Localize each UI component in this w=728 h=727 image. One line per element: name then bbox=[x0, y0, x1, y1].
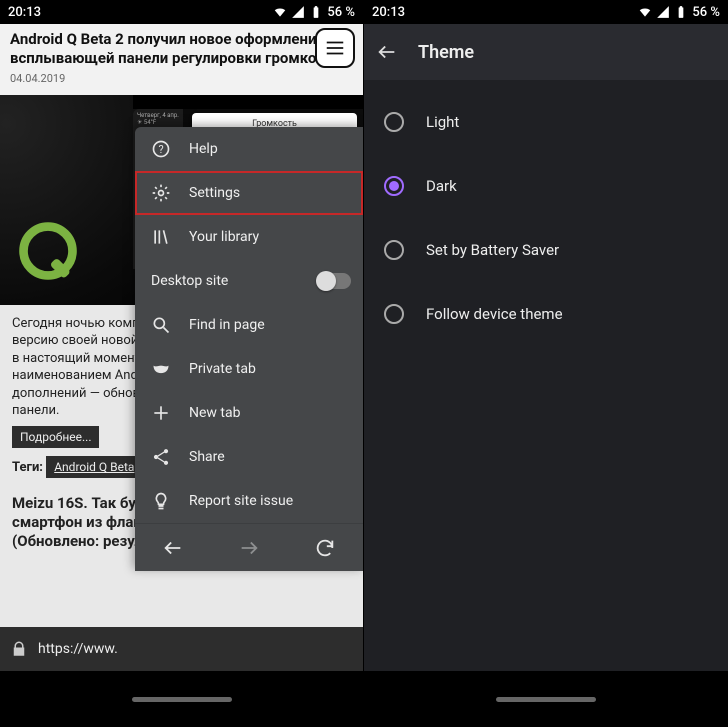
menu-settings[interactable]: Settings bbox=[135, 171, 363, 215]
desktop-site-toggle[interactable] bbox=[317, 273, 351, 289]
hamburger-icon bbox=[324, 37, 346, 59]
status-battery-pct: 56 % bbox=[692, 5, 720, 20]
theme-screen: Theme Light Dark Set by Battery Saver Fo… bbox=[364, 24, 728, 671]
back-arrow-icon[interactable] bbox=[376, 41, 398, 63]
menu-library[interactable]: Your library bbox=[135, 215, 363, 259]
gear-icon bbox=[151, 183, 171, 203]
url-text: https://www. bbox=[38, 641, 118, 657]
radio-selected-icon bbox=[384, 176, 404, 196]
status-time: 20:13 bbox=[8, 5, 41, 20]
signal-icon bbox=[656, 5, 670, 19]
library-icon bbox=[151, 227, 171, 247]
home-pill[interactable] bbox=[132, 697, 232, 702]
url-bar[interactable]: https://www. bbox=[0, 627, 363, 671]
menu-find-label: Find in page bbox=[189, 317, 265, 333]
read-more-link[interactable]: Подробнее... bbox=[12, 426, 99, 448]
menu-private-label: Private tab bbox=[189, 361, 256, 377]
reload-icon[interactable] bbox=[314, 537, 336, 559]
page-content: Android Q Beta 2 получил новое оформлени… bbox=[0, 24, 363, 671]
lock-icon bbox=[10, 640, 28, 658]
menu-settings-label: Settings bbox=[189, 185, 240, 201]
menu-newtab-label: New tab bbox=[189, 405, 240, 421]
battery-icon bbox=[674, 5, 688, 19]
radio-icon bbox=[384, 240, 404, 260]
home-pill[interactable] bbox=[496, 697, 596, 702]
share-icon bbox=[151, 447, 171, 467]
option-label: Set by Battery Saver bbox=[426, 241, 559, 259]
option-label: Light bbox=[426, 113, 459, 131]
status-right: 56 % bbox=[638, 5, 720, 20]
theme-option-light[interactable]: Light bbox=[364, 90, 728, 154]
theme-title: Theme bbox=[418, 42, 474, 63]
back-icon[interactable] bbox=[162, 537, 184, 559]
hamburger-button[interactable] bbox=[315, 28, 355, 68]
menu-share-label: Share bbox=[189, 449, 225, 465]
svg-text:?: ? bbox=[158, 143, 163, 156]
system-nav bbox=[364, 671, 728, 727]
menu-nav-row bbox=[135, 523, 363, 571]
menu-help-label: Help bbox=[189, 141, 218, 157]
theme-header: Theme bbox=[364, 24, 728, 80]
overflow-menu: ? Help Settings Your library Desktop sit… bbox=[135, 127, 363, 571]
theme-option-dark[interactable]: Dark bbox=[364, 154, 728, 218]
forward-icon[interactable] bbox=[238, 537, 260, 559]
menu-report[interactable]: Report site issue bbox=[135, 479, 363, 523]
article-date: 04.04.2019 bbox=[10, 72, 353, 85]
battery-icon bbox=[309, 5, 323, 19]
tag-link[interactable]: Android Q Beta bbox=[46, 456, 142, 478]
theme-options: Light Dark Set by Battery Saver Follow d… bbox=[364, 80, 728, 356]
menu-desktop-label: Desktop site bbox=[151, 273, 228, 289]
option-label: Follow device theme bbox=[426, 305, 563, 323]
status-bar: 20:13 56 % bbox=[364, 0, 728, 24]
wifi-icon bbox=[638, 5, 652, 19]
menu-new-tab[interactable]: New tab bbox=[135, 391, 363, 435]
android-q-logo-icon bbox=[12, 215, 84, 287]
search-icon bbox=[151, 315, 171, 335]
article-title: Android Q Beta 2 получил новое оформлени… bbox=[10, 30, 353, 68]
phone-left: 20:13 56 % Android Q Beta 2 получил ново… bbox=[0, 0, 364, 727]
bulb-icon bbox=[151, 491, 171, 511]
mask-icon bbox=[151, 359, 171, 379]
article-header: Android Q Beta 2 получил новое оформлени… bbox=[0, 24, 363, 95]
plus-icon bbox=[151, 403, 171, 423]
status-battery-pct: 56 % bbox=[327, 5, 355, 20]
status-bar: 20:13 56 % bbox=[0, 0, 363, 24]
signal-icon bbox=[291, 5, 305, 19]
status-right: 56 % bbox=[273, 5, 355, 20]
help-icon: ? bbox=[151, 139, 171, 159]
tags-label: Теги: bbox=[12, 459, 43, 477]
menu-find[interactable]: Find in page bbox=[135, 303, 363, 347]
menu-library-label: Your library bbox=[189, 229, 259, 245]
menu-report-label: Report site issue bbox=[189, 493, 293, 509]
menu-help[interactable]: ? Help bbox=[135, 127, 363, 171]
radio-icon bbox=[384, 112, 404, 132]
menu-share[interactable]: Share bbox=[135, 435, 363, 479]
wifi-icon bbox=[273, 5, 287, 19]
option-label: Dark bbox=[426, 177, 457, 195]
status-time: 20:13 bbox=[372, 5, 405, 20]
system-nav bbox=[0, 671, 363, 727]
radio-icon bbox=[384, 304, 404, 324]
menu-desktop-site[interactable]: Desktop site bbox=[135, 259, 363, 303]
menu-private[interactable]: Private tab bbox=[135, 347, 363, 391]
phone-right: 20:13 56 % Theme Light Dark Set by Batte… bbox=[364, 0, 728, 727]
theme-option-device[interactable]: Follow device theme bbox=[364, 282, 728, 346]
theme-option-battery[interactable]: Set by Battery Saver bbox=[364, 218, 728, 282]
